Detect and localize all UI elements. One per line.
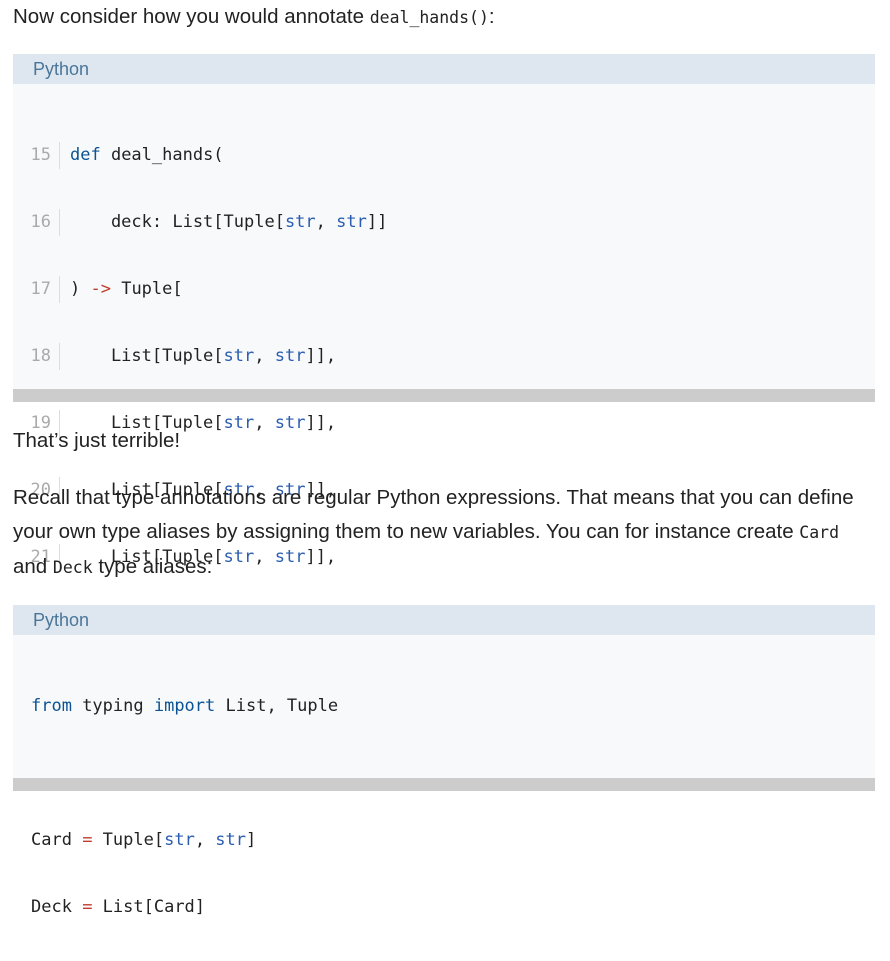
code-line: 18 List[Tuple[str, str]], bbox=[13, 343, 875, 370]
intro-text-colon: : bbox=[488, 5, 495, 28]
code-line: from typing import List, Tuple bbox=[31, 693, 875, 720]
code-line: 17 ) -> Tuple[ bbox=[13, 276, 875, 303]
inline-code-deal-hands: deal_hands() bbox=[369, 8, 489, 27]
code-line: Card = Tuple[str, str] bbox=[31, 827, 875, 854]
paragraph-recall: Recall that type annotations are regular… bbox=[13, 481, 876, 585]
line-number: 18 bbox=[13, 343, 60, 370]
code-text: deck: List[Tuple[str, str]] bbox=[70, 212, 388, 232]
code-text: Card = Tuple[str, str] bbox=[31, 830, 257, 850]
line-number: 15 bbox=[13, 142, 60, 169]
recall-text-3: type aliases: bbox=[92, 555, 213, 578]
intro-text: Now consider how you would annotate bbox=[13, 5, 370, 28]
code-area-2[interactable]: from typing import List, Tuple Card = Tu… bbox=[13, 635, 875, 961]
code-block-1: Python 15 def deal_hands( 16 deck: List[… bbox=[13, 54, 875, 772]
paragraph-terrible: That’s just terrible! bbox=[13, 429, 181, 452]
code-text: Deck = List[Card] bbox=[31, 897, 206, 917]
recall-text-2: and bbox=[13, 555, 53, 578]
inline-code-card: Card bbox=[799, 523, 840, 542]
code-text: from typing import List, Tuple bbox=[31, 696, 339, 716]
code-line: 15 def deal_hands( bbox=[13, 142, 875, 169]
code-text: List[Tuple[str, str]], bbox=[70, 346, 337, 366]
code-line: Deck = List[Card] bbox=[31, 894, 875, 921]
recall-text-1: Recall that type annotations are regular… bbox=[13, 486, 854, 543]
code-language-label: Python bbox=[13, 54, 875, 84]
line-number: 17 bbox=[13, 276, 60, 303]
line-number: 16 bbox=[13, 209, 60, 236]
code-line bbox=[31, 760, 875, 787]
code-block-2: Python from typing import List, Tuple Ca… bbox=[13, 605, 875, 917]
inline-code-deck: Deck bbox=[52, 558, 93, 577]
code-text: ) -> Tuple[ bbox=[70, 279, 183, 299]
intro-paragraph: Now consider how you would annotate deal… bbox=[13, 0, 876, 35]
code-line: 16 deck: List[Tuple[str, str]] bbox=[13, 209, 875, 236]
code-text: def deal_hands( bbox=[70, 145, 224, 165]
code-language-label: Python bbox=[13, 605, 875, 635]
